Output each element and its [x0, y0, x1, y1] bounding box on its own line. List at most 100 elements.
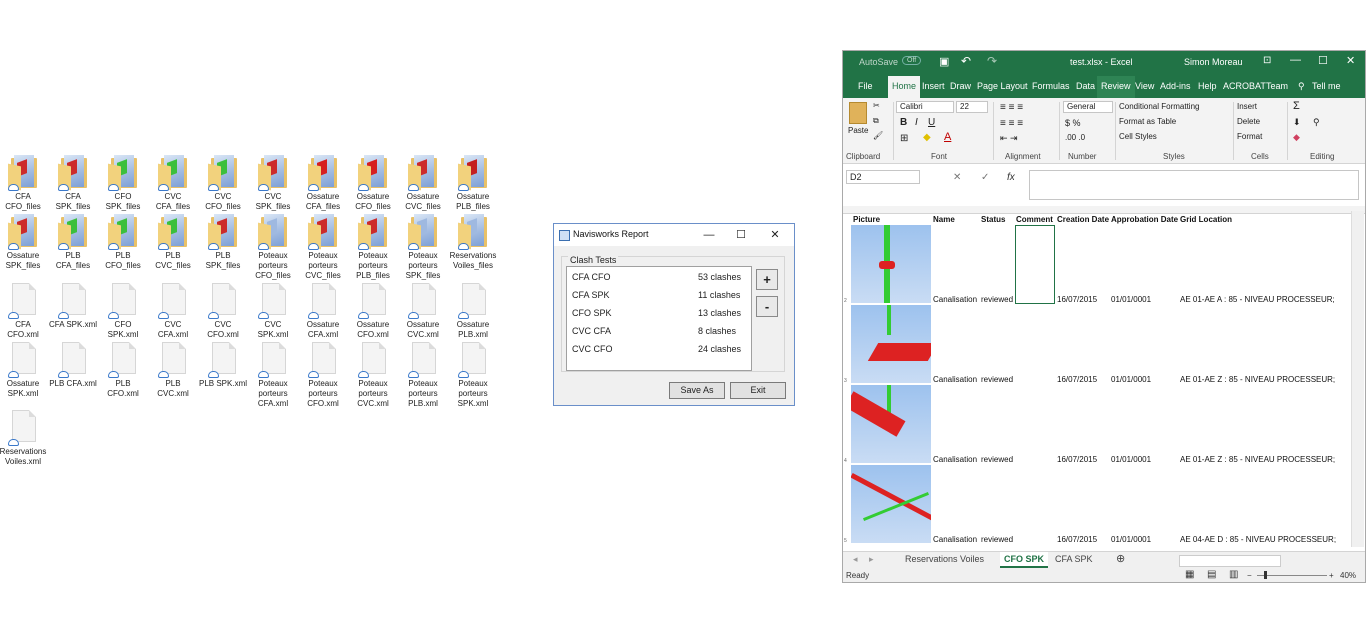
- file-item[interactable]: Ossature SPK.xml: [0, 342, 47, 399]
- sheet-tab-cfa-spk[interactable]: CFA SPK: [1055, 554, 1093, 564]
- underline-button[interactable]: U: [928, 117, 935, 128]
- list-item[interactable]: CFA SPK 11 clashes: [572, 287, 742, 303]
- format-cells-button[interactable]: Format: [1237, 132, 1262, 141]
- folder-item[interactable]: CFO SPK_files: [99, 155, 147, 212]
- folder-item[interactable]: Reservations Voiles_files: [449, 214, 497, 271]
- find-icon[interactable]: ⚲: [1313, 117, 1320, 128]
- file-item[interactable]: CVC CFA.xml: [149, 283, 197, 340]
- zoom-in-icon[interactable]: +: [1329, 571, 1334, 580]
- save-as-button[interactable]: Save As: [669, 382, 725, 399]
- font-color-icon[interactable]: A: [944, 131, 951, 143]
- save-icon[interactable]: ▣: [939, 55, 949, 68]
- tell-me-input[interactable]: Tell me: [1312, 81, 1341, 91]
- cell-status[interactable]: reviewed: [981, 295, 1013, 304]
- bold-button[interactable]: B: [900, 117, 907, 128]
- clash-tests-list[interactable]: CFA CFO 53 clashes CFA SPK 11 clashes CFO …: [566, 266, 752, 371]
- dialog-titlebar[interactable]: Navisworks Report — ☐ ✕: [554, 224, 794, 246]
- align-top-icon[interactable]: ≡ ≡ ≡: [1000, 102, 1023, 113]
- folder-item[interactable]: PLB CVC_files: [149, 214, 197, 271]
- user-name[interactable]: Simon Moreau: [1184, 57, 1243, 67]
- tab-insert[interactable]: Insert: [922, 81, 945, 91]
- cell-grid-location[interactable]: AE 01-AE Z : 85 - NIVEAU PROCESSEUR;: [1180, 375, 1335, 384]
- tab-add-ins[interactable]: Add-ins: [1160, 81, 1191, 91]
- sheet-next-icon[interactable]: ▸: [869, 554, 874, 565]
- file-item[interactable]: CFO SPK.xml: [99, 283, 147, 340]
- file-item[interactable]: Poteaux porteurs SPK.xml: [449, 342, 497, 409]
- minimize-button[interactable]: —: [698, 227, 720, 243]
- excel-titlebar[interactable]: AutoSave Off ▣ ↶ ↷ test.xlsx - Excel Sim…: [843, 51, 1365, 74]
- folder-item[interactable]: CFA SPK_files: [49, 155, 97, 212]
- fill-color-icon[interactable]: ◆: [923, 132, 931, 143]
- cell-grid-location[interactable]: AE 01-AE A : 85 - NIVEAU PROCESSEUR;: [1180, 295, 1335, 304]
- remove-test-button[interactable]: -: [756, 296, 778, 317]
- sheet-prev-icon[interactable]: ◂: [853, 554, 858, 565]
- tab-data[interactable]: Data: [1076, 81, 1095, 91]
- folder-item[interactable]: CVC SPK_files: [249, 155, 297, 212]
- selected-cell[interactable]: [1015, 225, 1055, 304]
- formula-input[interactable]: [1029, 170, 1359, 200]
- list-item[interactable]: CVC CFO 24 clashes: [572, 341, 742, 357]
- add-sheet-icon[interactable]: ⊕: [1116, 552, 1125, 565]
- zoom-out-icon[interactable]: −: [1247, 571, 1252, 580]
- file-item[interactable]: CFA CFO.xml: [0, 283, 47, 340]
- page-break-icon[interactable]: ▥: [1229, 569, 1238, 580]
- cell-approbation-date[interactable]: 01/01/0001: [1111, 375, 1151, 384]
- tab-home[interactable]: Home: [888, 76, 921, 98]
- conditional-formatting-button[interactable]: Conditional Formatting: [1119, 102, 1199, 111]
- tab-formulas[interactable]: Formulas: [1032, 81, 1070, 91]
- folder-item[interactable]: Ossature CFA_files: [299, 155, 347, 212]
- file-item[interactable]: CVC SPK.xml: [249, 283, 297, 340]
- file-item[interactable]: Ossature PLB.xml: [449, 283, 497, 340]
- cell-status[interactable]: reviewed: [981, 535, 1013, 544]
- cell-approbation-date[interactable]: 01/01/0001: [1111, 535, 1151, 544]
- file-item[interactable]: PLB CFA.xml: [49, 342, 97, 389]
- format-painter-icon[interactable]: 🖌: [873, 131, 883, 140]
- search-icon[interactable]: ⚲: [1298, 81, 1305, 92]
- add-test-button[interactable]: +: [756, 269, 778, 290]
- list-item[interactable]: CFA CFO 53 clashes: [572, 269, 742, 285]
- cell-name[interactable]: Canalisation: [933, 295, 977, 304]
- file-item[interactable]: Poteaux porteurs CFA.xml: [249, 342, 297, 409]
- file-item[interactable]: Ossature CFO.xml: [349, 283, 397, 340]
- decimal-icon[interactable]: .00 .0: [1065, 133, 1085, 142]
- maximize-icon[interactable]: ☐: [1318, 54, 1328, 67]
- folder-item[interactable]: CFA CFO_files: [0, 155, 47, 212]
- sheet-tab-reservations-voiles[interactable]: Reservations Voiles: [905, 554, 984, 564]
- worksheet-grid[interactable]: Picture Name Status Comment Creation Dat…: [843, 206, 1365, 551]
- folder-item[interactable]: CVC CFO_files: [199, 155, 247, 212]
- close-icon[interactable]: ✕: [1346, 54, 1355, 67]
- minimize-icon[interactable]: —: [1290, 54, 1301, 66]
- cell-grid-location[interactable]: AE 01-AE Z : 85 - NIVEAU PROCESSEUR;: [1180, 455, 1335, 464]
- font-size-select[interactable]: 22: [956, 101, 988, 113]
- tab-acrobat[interactable]: ACROBAT: [1223, 81, 1266, 91]
- indent-icon[interactable]: ⇤ ⇥: [1000, 133, 1018, 144]
- cell-styles-button[interactable]: Cell Styles: [1119, 132, 1157, 141]
- list-item[interactable]: CVC CFA 8 clashes: [572, 323, 742, 339]
- fill-icon[interactable]: ⬇: [1293, 117, 1301, 128]
- cell-grid-location[interactable]: AE 04-AE D : 85 - NIVEAU PROCESSEUR;: [1180, 535, 1336, 544]
- cell-approbation-date[interactable]: 01/01/0001: [1111, 455, 1151, 464]
- file-item[interactable]: Reservations Voiles.xml: [0, 410, 47, 467]
- normal-view-icon[interactable]: ▦: [1185, 569, 1194, 580]
- cell-name[interactable]: Canalisation: [933, 375, 977, 384]
- zoom-slider-thumb[interactable]: [1264, 571, 1267, 579]
- copy-icon[interactable]: ⧉: [873, 116, 879, 126]
- folder-item[interactable]: Ossature CVC_files: [399, 155, 447, 212]
- insert-cells-button[interactable]: Insert: [1237, 102, 1257, 111]
- vertical-scrollbar[interactable]: [1351, 211, 1364, 547]
- file-item[interactable]: CFA SPK.xml: [49, 283, 97, 330]
- exit-button[interactable]: Exit: [730, 382, 786, 399]
- folder-item[interactable]: Poteaux porteurs CFO_files: [249, 214, 297, 281]
- format-as-table-button[interactable]: Format as Table: [1119, 117, 1176, 126]
- folder-item[interactable]: PLB CFA_files: [49, 214, 97, 271]
- folder-item[interactable]: Ossature CFO_files: [349, 155, 397, 212]
- tab-team[interactable]: Team: [1266, 81, 1288, 91]
- paste-button[interactable]: Paste: [848, 126, 868, 135]
- file-item[interactable]: CVC CFO.xml: [199, 283, 247, 340]
- tab-draw[interactable]: Draw: [950, 81, 971, 91]
- list-item[interactable]: CFO SPK 13 clashes: [572, 305, 742, 321]
- undo-icon[interactable]: ↶: [961, 54, 971, 68]
- page-layout-icon[interactable]: ▤: [1207, 569, 1216, 580]
- cell-creation-date[interactable]: 16/07/2015: [1057, 295, 1097, 304]
- file-item[interactable]: Poteaux porteurs PLB.xml: [399, 342, 447, 409]
